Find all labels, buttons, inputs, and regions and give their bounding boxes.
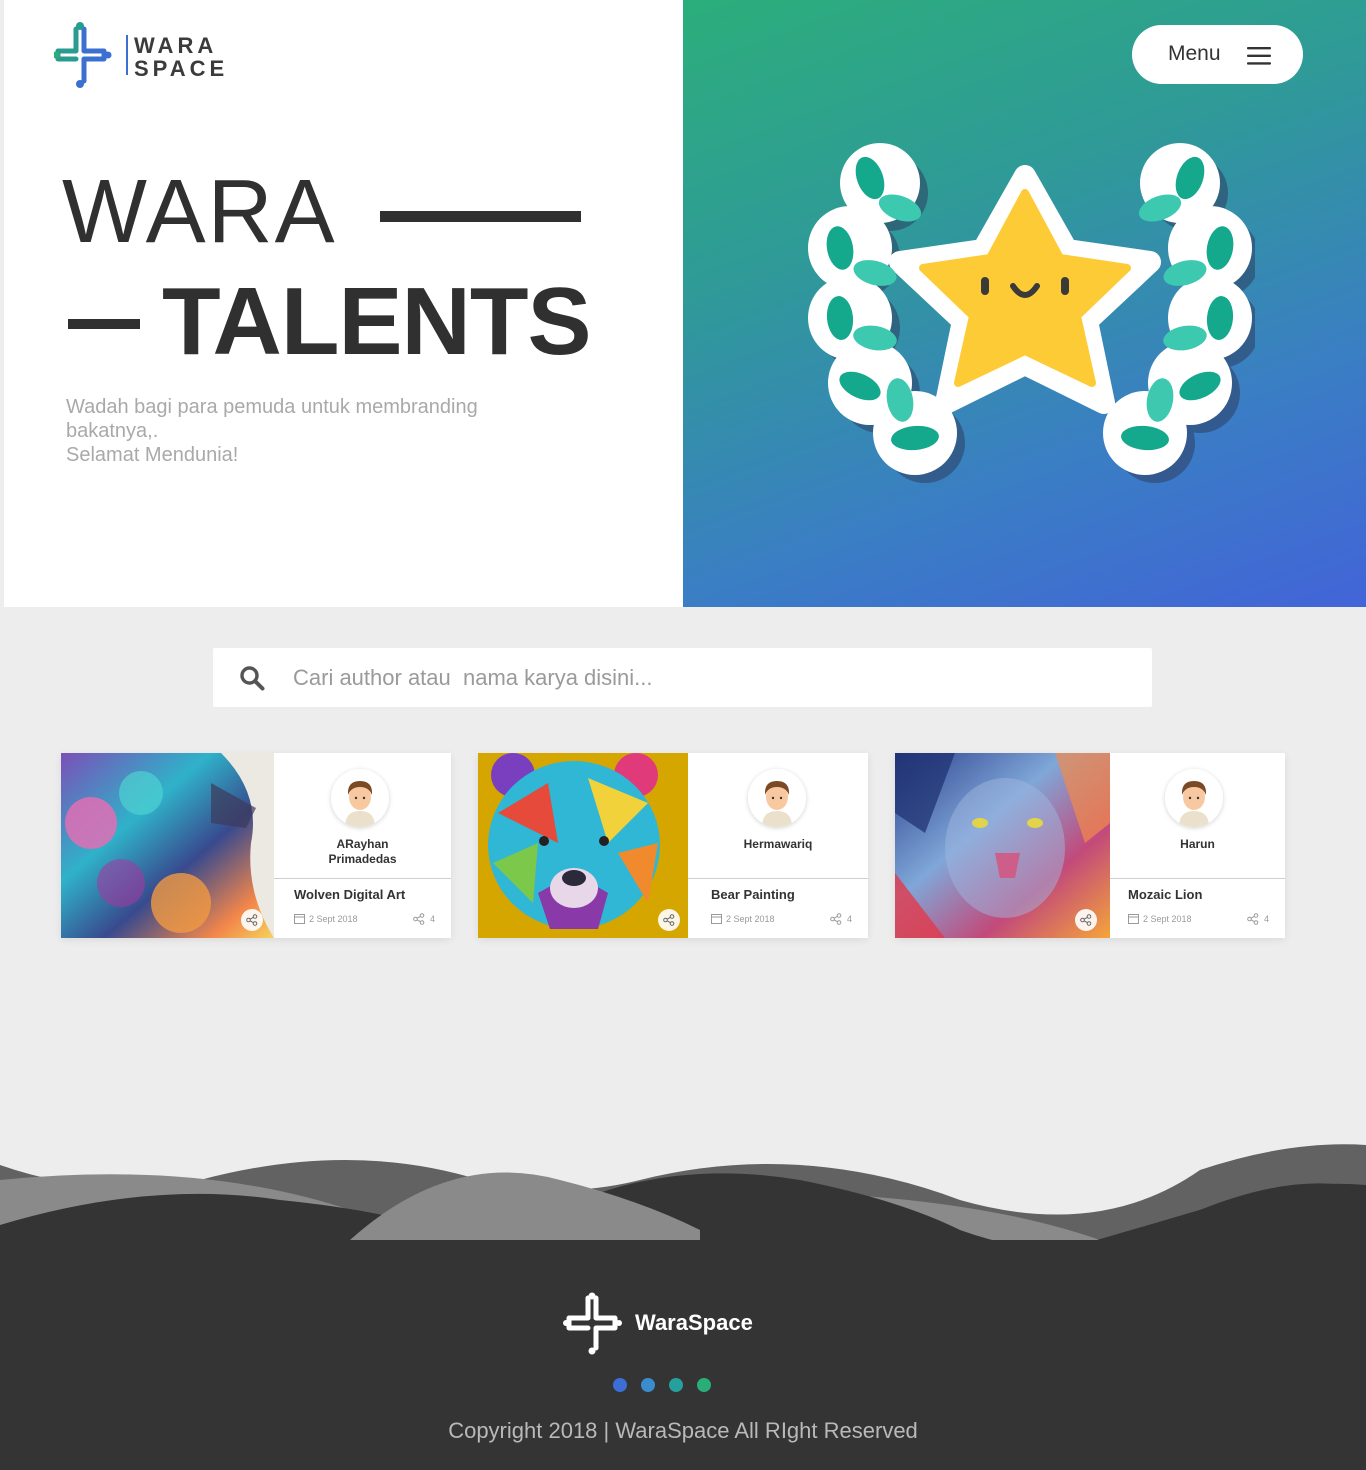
post-date: 2 Sept 2018 — [294, 913, 358, 924]
card-divider — [1110, 878, 1285, 879]
hero-description-line1: Wadah bagi para pemuda untuk membranding — [66, 396, 478, 418]
post-date-text: 2 Sept 2018 — [309, 913, 358, 924]
color-dot — [613, 1378, 627, 1392]
logo-text: WARA SPACE — [134, 34, 228, 80]
share-count[interactable]: 4 — [413, 913, 435, 925]
calendar-icon — [1128, 914, 1139, 924]
color-dots — [613, 1378, 711, 1392]
share-count-text: 4 — [1263, 914, 1269, 924]
hamburger-icon — [1247, 47, 1271, 65]
logo-divider — [126, 35, 128, 75]
card-info: Hermawariq Bear Painting 2 Sept 2018 4 — [688, 753, 868, 938]
search-input[interactable] — [293, 656, 1133, 699]
image-share-button[interactable] — [1075, 909, 1097, 931]
footer: WaraSpace Copyright 2018 | WaraSpace All… — [0, 1240, 1366, 1470]
share-icon — [246, 914, 258, 926]
share-count-text: 4 — [429, 914, 435, 924]
menu-button[interactable]: Menu — [1132, 25, 1303, 84]
artwork-image[interactable] — [895, 753, 1110, 938]
hero-title-line2: TALENTS — [162, 268, 592, 375]
share-icon — [413, 913, 425, 925]
card-divider — [688, 878, 868, 879]
share-icon — [663, 914, 675, 926]
star-laurel-illustration — [808, 143, 1255, 483]
footer-brand-name: WaraSpace — [635, 1310, 753, 1335]
hero-description-line2: bakatnya,. — [66, 420, 159, 442]
share-count[interactable]: 4 — [1247, 913, 1269, 925]
color-dot — [641, 1378, 655, 1392]
hero-title-line1: WARA — [62, 162, 337, 262]
artwork-title[interactable]: Mozaic Lion — [1128, 887, 1202, 902]
hero-section: WARA SPACE WARA TALENTS Wadah bagi para … — [0, 0, 1366, 607]
menu-label: Menu — [1168, 42, 1221, 65]
author-name[interactable]: Hermawariq — [688, 837, 868, 852]
author-name[interactable]: ARayhan Primadedas — [274, 837, 451, 867]
hero-description: Wadah bagi para pemuda untuk membranding… — [66, 395, 586, 467]
calendar-icon — [711, 914, 722, 924]
artwork-title[interactable]: Wolven Digital Art — [294, 887, 405, 902]
card-info: ARayhan Primadedas Wolven Digital Art 2 … — [274, 753, 451, 938]
artwork-card[interactable]: ARayhan Primadedas Wolven Digital Art 2 … — [61, 753, 451, 938]
footer-logo-cross-icon — [563, 1292, 622, 1355]
hero-dash-left — [68, 319, 140, 329]
wolf-artwork-image — [61, 753, 274, 938]
search-bar[interactable] — [213, 648, 1152, 707]
copyright-text: Copyright 2018 | WaraSpace All RIght Res… — [448, 1418, 918, 1443]
search-icon[interactable] — [239, 665, 265, 691]
share-icon — [1247, 913, 1259, 925]
avatar-image — [1165, 769, 1223, 827]
calendar-icon — [294, 914, 305, 924]
logo-cross-icon — [52, 22, 112, 88]
share-icon — [830, 913, 842, 925]
color-dot — [697, 1378, 711, 1392]
post-date-text: 2 Sept 2018 — [1143, 913, 1192, 924]
color-dot — [669, 1378, 683, 1392]
share-icon — [1080, 914, 1092, 926]
logo-text-line1: WARA — [134, 33, 218, 58]
lion-artwork-image — [895, 753, 1110, 938]
author-avatar[interactable] — [748, 769, 806, 827]
hero-dash-right — [380, 211, 581, 222]
logo-text-line2: SPACE — [134, 56, 229, 81]
artwork-card[interactable]: Harun Mozaic Lion 2 Sept 2018 4 — [895, 753, 1285, 938]
share-count[interactable]: 4 — [830, 913, 852, 925]
author-avatar[interactable] — [1165, 769, 1223, 827]
post-date: 2 Sept 2018 — [1128, 913, 1192, 924]
artwork-image[interactable] — [61, 753, 274, 938]
post-date-text: 2 Sept 2018 — [726, 913, 775, 924]
avatar-image — [748, 769, 806, 827]
logo[interactable]: WARA SPACE — [52, 21, 224, 89]
card-info: Harun Mozaic Lion 2 Sept 2018 4 — [1110, 753, 1285, 938]
artwork-card[interactable]: Hermawariq Bear Painting 2 Sept 2018 4 — [478, 753, 868, 938]
bear-artwork-image — [478, 753, 688, 938]
card-divider — [274, 878, 451, 879]
avatar-image — [331, 769, 389, 827]
author-avatar[interactable] — [331, 769, 389, 827]
artwork-image[interactable] — [478, 753, 688, 938]
hero-left-panel: WARA SPACE WARA TALENTS Wadah bagi para … — [4, 0, 683, 607]
image-share-button[interactable] — [658, 909, 680, 931]
artwork-title[interactable]: Bear Painting — [711, 887, 795, 902]
hero-description-line3: Selamat Mendunia! — [66, 444, 239, 466]
author-name[interactable]: Harun — [1110, 837, 1285, 852]
share-count-text: 4 — [846, 914, 852, 924]
post-date: 2 Sept 2018 — [711, 913, 775, 924]
footer-logo[interactable]: WaraSpace — [563, 1292, 773, 1356]
image-share-button[interactable] — [241, 909, 263, 931]
